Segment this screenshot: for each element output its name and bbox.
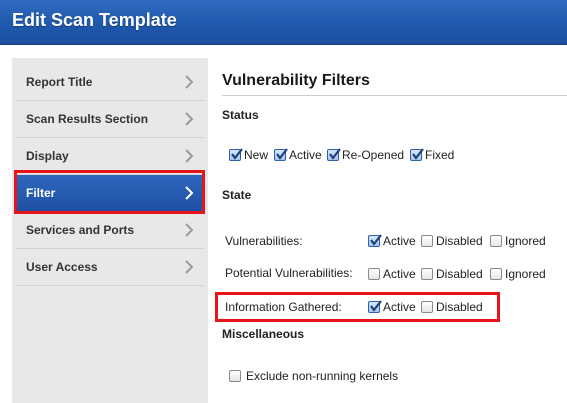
row-label-information-gathered: Information Gathered: — [225, 300, 342, 314]
checkmark-icon — [276, 148, 288, 160]
chevron-right-icon — [185, 186, 194, 200]
row-label-potential-vulnerabilities: Potential Vulnerabilities: — [225, 266, 353, 280]
checkbox-exclude-non-running-kernels[interactable]: Exclude non-running kernels — [229, 368, 398, 384]
title-bar: Edit Scan Template — [0, 0, 567, 45]
section-label-status: Status — [222, 108, 259, 122]
sidebar-item-label: Services and Ports — [26, 223, 135, 237]
sidebar-item-label: Report Title — [26, 75, 93, 89]
checkbox-vuln-active[interactable]: Active — [368, 233, 416, 249]
checkbox[interactable] — [229, 148, 243, 161]
checkbox-label: New — [244, 148, 269, 162]
checkbox-label: Fixed — [425, 148, 455, 162]
checkmark-icon — [231, 148, 243, 160]
divider — [222, 95, 567, 96]
checkbox-potential-active[interactable]: Active — [368, 266, 416, 282]
sidebar-item-label: Scan Results Section — [26, 112, 149, 126]
sidebar-item-report-title[interactable]: Report Title — [16, 64, 204, 101]
checkmark-icon — [370, 234, 382, 246]
checkbox[interactable] — [490, 268, 502, 280]
checkbox-label: Disabled — [436, 267, 483, 281]
checkbox[interactable] — [410, 148, 424, 161]
checkbox[interactable] — [368, 268, 380, 280]
checkbox-status-fixed[interactable]: Fixed — [410, 147, 454, 163]
checkbox-label: Disabled — [436, 300, 483, 314]
section-label-state: State — [222, 188, 252, 202]
checkbox-label: Disabled — [436, 234, 483, 248]
chevron-right-icon — [185, 149, 194, 163]
checkbox[interactable] — [368, 300, 382, 313]
sidebar-item-display[interactable]: Display — [16, 138, 204, 175]
checkbox-label: Active — [383, 234, 416, 248]
checkbox-label: Re-Opened — [342, 148, 405, 162]
chevron-right-icon — [185, 223, 194, 237]
checkbox-vuln-ignored[interactable]: Ignored — [490, 233, 546, 249]
checkbox[interactable] — [274, 148, 288, 161]
checkmark-icon — [329, 148, 341, 160]
checkbox[interactable] — [229, 370, 241, 382]
sidebar-item-user-access[interactable]: User Access — [16, 249, 204, 286]
checkbox[interactable] — [421, 268, 433, 280]
checkbox-label: Ignored — [505, 234, 546, 248]
sidebar-item-label: Display — [26, 149, 69, 163]
checkbox-label: Active — [289, 148, 322, 162]
row-label-vulnerabilities: Vulnerabilities: — [225, 234, 303, 248]
checkbox[interactable] — [421, 235, 433, 247]
sidebar-item-label: Filter — [26, 186, 56, 200]
checkmark-icon — [370, 300, 382, 312]
section-label-miscellaneous: Miscellaneous — [222, 327, 305, 341]
checkbox[interactable] — [490, 235, 502, 247]
sidebar-item-filter[interactable]: Filter — [16, 175, 204, 212]
page-title: Vulnerability Filters — [222, 72, 370, 89]
checkbox-vuln-disabled[interactable]: Disabled — [421, 233, 483, 249]
checkbox-info-active[interactable]: Active — [368, 299, 416, 315]
chevron-right-icon — [185, 75, 194, 89]
sidebar-item-scan-results-section[interactable]: Scan Results Section — [16, 101, 204, 138]
checkbox-label: Exclude non-running kernels — [246, 369, 399, 383]
checkbox[interactable] — [327, 148, 341, 161]
checkbox-status-new[interactable]: New — [229, 147, 268, 163]
checkbox-status-re-opened[interactable]: Re-Opened — [327, 147, 404, 163]
sidebar: Report Title Scan Results Section Displa… — [12, 58, 208, 403]
chevron-right-icon — [185, 260, 194, 274]
sidebar-item-services-and-ports[interactable]: Services and Ports — [16, 212, 204, 249]
checkbox-info-disabled[interactable]: Disabled — [421, 299, 483, 315]
chevron-right-icon — [185, 112, 194, 126]
checkbox-potential-disabled[interactable]: Disabled — [421, 266, 483, 282]
window-title: Edit Scan Template — [12, 10, 177, 30]
checkbox-status-active[interactable]: Active — [274, 147, 322, 163]
checkbox-label: Ignored — [505, 267, 546, 281]
checkbox[interactable] — [368, 234, 382, 247]
sidebar-item-label: User Access — [26, 260, 98, 274]
checkbox-potential-ignored[interactable]: Ignored — [490, 266, 546, 282]
checkbox[interactable] — [421, 301, 433, 313]
checkmark-icon — [412, 148, 424, 160]
checkbox-label: Active — [383, 300, 416, 314]
checkbox-label: Active — [383, 267, 416, 281]
